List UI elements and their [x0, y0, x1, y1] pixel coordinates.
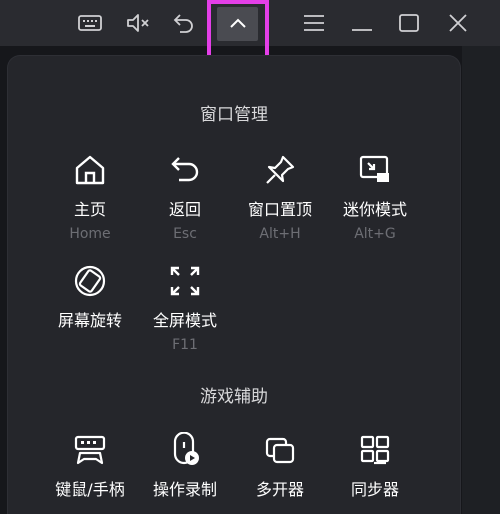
- menu-item-label: 迷你模式: [342, 200, 407, 219]
- mute-icon: [125, 12, 151, 34]
- menu-item-mini-mode[interactable]: 迷你模式 Alt+G: [327, 150, 423, 242]
- menu-item-multi-instance[interactable]: 多开器: [232, 430, 328, 500]
- gamepad-icon: [70, 430, 110, 470]
- menu-item-shortcut: Home: [69, 226, 111, 242]
- menu-item-shortcut: Alt+G: [354, 226, 396, 242]
- menu-item-pin-window[interactable]: 窗口置顶 Alt+H: [232, 150, 328, 242]
- menu-item-shortcut: Esc: [173, 226, 197, 242]
- maximize-button[interactable]: [387, 0, 431, 46]
- title-bar: [0, 0, 500, 61]
- record-icon: [165, 430, 205, 470]
- close-icon: [448, 13, 468, 33]
- menu-item-operation-record[interactable]: 操作录制: [137, 430, 233, 500]
- menu-item-keymouse-gamepad[interactable]: 键鼠/手柄: [42, 430, 138, 500]
- menu-item-label: 操作录制: [152, 480, 217, 499]
- keyboard-button[interactable]: [68, 0, 112, 46]
- undo-icon: [172, 12, 196, 34]
- mute-button[interactable]: [116, 0, 160, 46]
- section-title-window-management: 窗口管理: [200, 105, 268, 125]
- menu-item-synchronizer[interactable]: 同步器: [327, 430, 423, 500]
- menu-item-label: 多开器: [255, 480, 304, 499]
- menu-item-label: 窗口置顶: [247, 200, 312, 219]
- keyboard-icon: [78, 14, 102, 32]
- menu-button[interactable]: [292, 0, 336, 46]
- section-title-game-assist: 游戏辅助: [200, 387, 268, 407]
- menu-item-home[interactable]: 主页 Home: [42, 150, 138, 242]
- menu-item-shortcut: F11: [172, 337, 198, 353]
- sync-icon: [355, 430, 395, 470]
- fullscreen-icon: [165, 261, 205, 301]
- menu-icon: [303, 14, 325, 32]
- mini-mode-icon: [355, 150, 395, 190]
- close-button[interactable]: [436, 0, 480, 46]
- multi-instance-icon: [260, 430, 300, 470]
- pin-icon: [260, 150, 300, 190]
- maximize-icon: [398, 13, 420, 33]
- highlight-box: [207, 0, 269, 61]
- rotate-screen-icon: [70, 261, 110, 301]
- minimize-button[interactable]: [340, 0, 384, 46]
- menu-item-label: 全屏模式: [152, 311, 217, 330]
- minimize-icon: [351, 14, 373, 32]
- menu-item-back[interactable]: 返回 Esc: [137, 150, 233, 242]
- undo-button[interactable]: [162, 0, 206, 46]
- menu-item-label: 返回: [168, 200, 201, 219]
- home-icon: [70, 150, 110, 190]
- menu-item-rotate-screen[interactable]: 屏幕旋转: [42, 261, 138, 331]
- menu-item-label: 屏幕旋转: [57, 311, 122, 330]
- dropdown-menu: 窗口管理 主页 Home 返回 Esc 窗口置顶 Alt+H 迷你模式 Alt+…: [8, 56, 460, 514]
- menu-item-label: 键鼠/手柄: [55, 480, 125, 499]
- menu-item-fullscreen[interactable]: 全屏模式 F11: [137, 261, 233, 353]
- menu-item-label: 主页: [73, 200, 106, 219]
- menu-item-shortcut: Alt+H: [259, 226, 301, 242]
- menu-item-label: 同步器: [350, 480, 399, 499]
- app-side-strip: [462, 45, 500, 514]
- back-icon: [165, 150, 205, 190]
